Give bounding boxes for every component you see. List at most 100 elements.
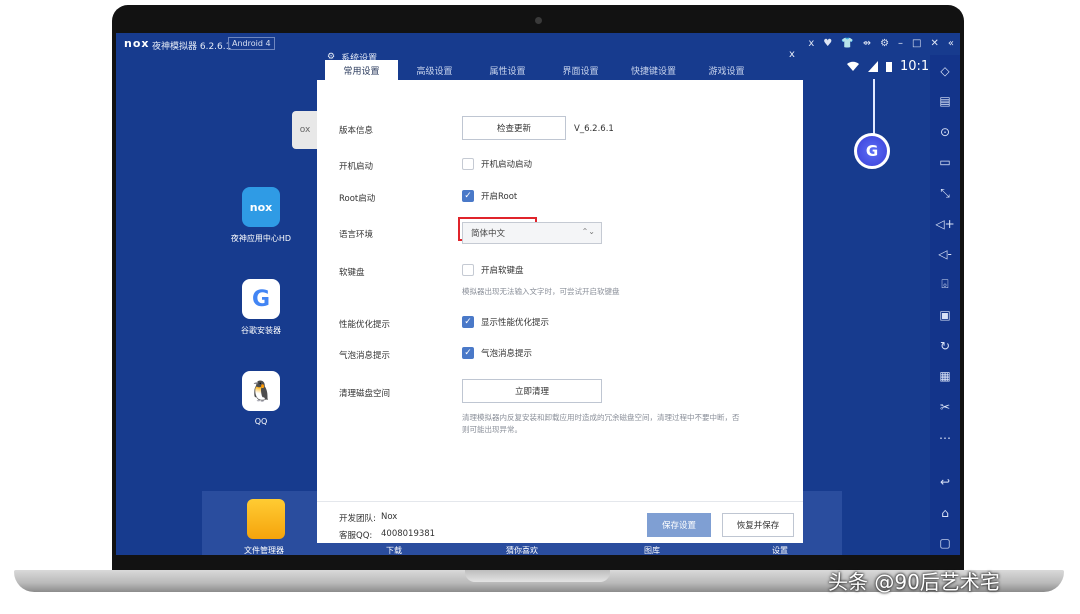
root-checkbox[interactable]: ✓ 开启Root: [462, 190, 517, 202]
window-controls: x ♥ 👕 ⇴ ⚙ – □ ✕ «: [808, 38, 954, 49]
keyboard-label: 软键盘: [339, 268, 365, 278]
back-icon[interactable]: ↩: [935, 470, 955, 494]
maximize-icon[interactable]: □: [912, 38, 921, 49]
nox-logo: nox: [124, 37, 150, 50]
clean-hint-line-1: 清理模拟器内反复安装和卸载应用时造成的冗余磁盘空间，清理过程中不要中断，否: [462, 413, 740, 422]
toolbox-icon[interactable]: ▣: [935, 304, 955, 328]
settings-tabs: 常用设置 高级设置 属性设置 界面设置 快捷键设置 游戏设置: [325, 60, 763, 80]
desktop-icon-label: 谷歌安装器: [241, 326, 281, 335]
qq-glyph: 🐧: [248, 379, 274, 403]
close-small-icon[interactable]: x: [808, 38, 814, 49]
qq-penguin-icon: 🐧: [242, 371, 280, 411]
restore-and-save-button[interactable]: 恢复并保存: [722, 513, 794, 537]
watermark-text: 头条 @90后艺术宅: [828, 570, 1000, 594]
floating-letter: G: [865, 142, 879, 160]
screenshot-icon[interactable]: ⌻: [935, 273, 955, 297]
desktop-icon-qq[interactable]: 🐧 QQ: [221, 371, 301, 426]
partial-nox-tile[interactable]: ox: [292, 111, 318, 149]
desktop-icon-google-installer[interactable]: G 谷歌安装器: [221, 279, 301, 336]
floating-assistant-button[interactable]: G: [854, 133, 890, 169]
volume-down-icon[interactable]: ◁-: [935, 242, 955, 266]
dock-item-file-manager[interactable]: 文件管理器: [244, 545, 284, 555]
tab-game[interactable]: 游戏设置: [690, 60, 763, 80]
checkbox-checked-icon: ✓: [462, 190, 474, 202]
heart-icon[interactable]: ♥: [823, 38, 832, 49]
checkbox-checked-icon: ✓: [462, 347, 474, 359]
bubble-label: 气泡消息提示: [339, 351, 391, 361]
pin-icon[interactable]: ⇴: [863, 38, 871, 49]
dialog-close-button[interactable]: x: [789, 49, 795, 60]
collapse-sidebar-icon[interactable]: «: [948, 38, 954, 49]
laptop-notch: [465, 570, 610, 582]
skin-icon[interactable]: 👕: [841, 38, 853, 49]
display-icon[interactable]: ▭: [935, 151, 955, 175]
tab-general[interactable]: 常用设置: [325, 60, 398, 80]
signal-icon: [868, 61, 878, 72]
language-label: 语言环境: [339, 230, 374, 240]
root-checkbox-label: 开启Root: [481, 192, 518, 202]
bubble-checkbox-label: 气泡消息提示: [481, 349, 533, 359]
scissors-icon[interactable]: ✂: [935, 395, 955, 419]
android-status-bar: 10:11: [846, 59, 937, 74]
volume-up-icon[interactable]: ◁+: [935, 212, 955, 236]
tab-interface[interactable]: 界面设置: [544, 60, 617, 80]
close-icon[interactable]: ✕: [930, 38, 938, 49]
check-update-button[interactable]: 检查更新: [462, 116, 566, 140]
floating-line: [873, 79, 875, 135]
rotate-icon[interactable]: ◇: [935, 59, 955, 83]
version-value: V_6.2.6.1: [574, 124, 614, 134]
screen-icon[interactable]: ▤: [935, 90, 955, 114]
settings-panel: 版本信息 检查更新 V_6.2.6.1 开机启动 开机启动启动 Root启动 ✓…: [317, 80, 803, 543]
keyboard-checkbox-label: 开启软键盘: [481, 266, 524, 276]
support-qq-value: 4008019381: [381, 529, 436, 539]
keyboard-checkbox[interactable]: 开启软键盘: [462, 264, 524, 276]
clean-disk-label: 清理磁盘空间: [339, 389, 391, 399]
autostart-checkbox-label: 开机启动启动: [481, 160, 533, 170]
tab-properties[interactable]: 属性设置: [471, 60, 544, 80]
dock-item-guess-you-like[interactable]: 猜你喜欢: [506, 545, 538, 555]
version-label: 版本信息: [339, 126, 374, 136]
emulator-sidebar: ◇ ▤ ⊙ ▭ ⤡ ◁+ ◁- ⌻ ▣ ↻ ▦ ✂ ⋯ ↩ ⌂ ▢: [930, 55, 960, 555]
clean-now-button[interactable]: 立即清理: [462, 379, 602, 403]
save-settings-button[interactable]: 保存设置: [647, 513, 711, 537]
home-icon[interactable]: ⌂: [935, 501, 955, 525]
android-version-badge: Android 4: [228, 37, 275, 50]
checkbox-unchecked-icon: [462, 264, 474, 276]
camera: [535, 17, 542, 24]
wifi-icon: [847, 61, 859, 71]
desktop-icon-nox-appcenter[interactable]: nox 夜神应用中心HD: [221, 187, 301, 244]
gear-icon[interactable]: ⚙: [880, 38, 889, 49]
dock-item-settings[interactable]: 设置: [772, 545, 788, 555]
tab-advanced[interactable]: 高级设置: [398, 60, 471, 80]
dialog-footer: 开发团队: Nox 客服QQ: 4008019381 保存设置 恢复并保存: [317, 501, 803, 543]
chevron-updown-icon: ⌃⌄: [581, 227, 595, 236]
app-name: 夜神模拟器 6.2.6.1: [152, 42, 232, 52]
partial-tile-text: ox: [299, 125, 311, 135]
language-value: 简体中文: [471, 229, 506, 239]
nox-appcenter-glyph: nox: [249, 200, 273, 214]
autostart-checkbox[interactable]: 开机启动启动: [462, 158, 532, 170]
tab-shortcuts[interactable]: 快捷键设置: [617, 60, 690, 80]
recent-icon[interactable]: ▢: [935, 531, 955, 555]
fullscreen-icon[interactable]: ⤡: [935, 181, 955, 205]
perf-checkbox[interactable]: ✓ 显示性能优化提示: [462, 316, 549, 328]
checkbox-unchecked-icon: [462, 158, 474, 170]
location-icon[interactable]: ⊙: [935, 120, 955, 144]
desktop-icon-label: QQ: [254, 417, 268, 426]
perf-label: 性能优化提示: [339, 320, 391, 330]
autostart-label: 开机启动: [339, 162, 374, 172]
sync-icon[interactable]: ↻: [935, 334, 955, 358]
clean-hint-line-2: 则可能出现异常。: [462, 425, 522, 434]
dock-item-gallery[interactable]: 图库: [644, 545, 660, 555]
google-glyph: G: [251, 286, 271, 312]
dev-team-value: Nox: [381, 512, 398, 522]
language-select[interactable]: 简体中文 ⌃⌄: [462, 222, 602, 244]
macro-icon[interactable]: ▦: [935, 365, 955, 389]
minimize-icon[interactable]: –: [898, 38, 903, 49]
bubble-checkbox[interactable]: ✓ 气泡消息提示: [462, 347, 532, 359]
dock-item-download[interactable]: 下载: [386, 545, 402, 555]
desktop-icon-label: 夜神应用中心HD: [230, 234, 292, 243]
perf-checkbox-label: 显示性能优化提示: [481, 318, 550, 328]
more-icon[interactable]: ⋯: [935, 426, 955, 450]
folder-icon[interactable]: [247, 499, 285, 539]
